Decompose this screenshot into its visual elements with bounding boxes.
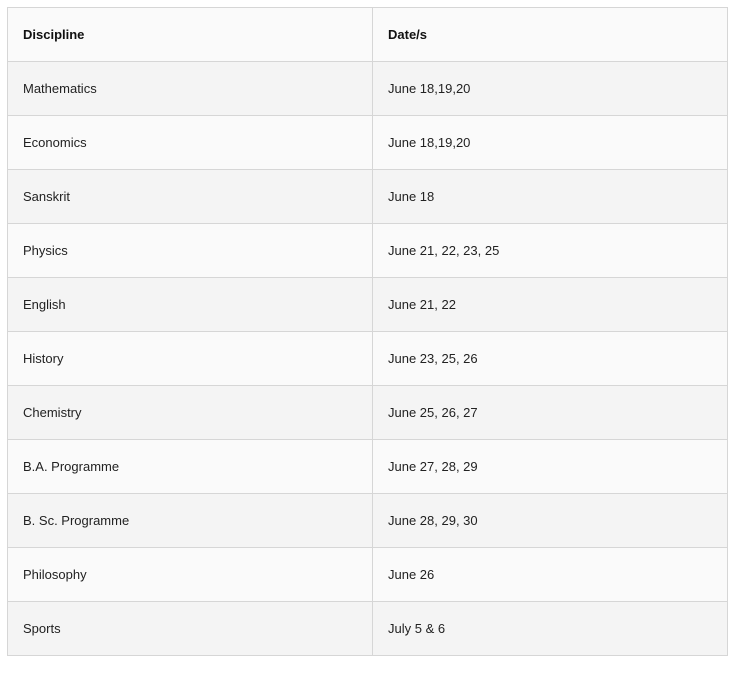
table-row: Sports July 5 & 6 — [7, 601, 728, 656]
schedule-table: Discipline Date/s Mathematics June 18,19… — [7, 7, 728, 656]
dates-cell: June 18,19,20 — [372, 61, 728, 116]
table-row: Mathematics June 18,19,20 — [7, 61, 728, 116]
table-row: B.A. Programme June 27, 28, 29 — [7, 439, 728, 494]
table-row: Philosophy June 26 — [7, 547, 728, 602]
table-body: Mathematics June 18,19,20 Economics June… — [7, 61, 728, 656]
table-row: Chemistry June 25, 26, 27 — [7, 385, 728, 440]
discipline-cell: B. Sc. Programme — [7, 493, 373, 548]
header-row: Discipline Date/s — [7, 7, 728, 62]
dates-cell: June 21, 22 — [372, 277, 728, 332]
schedule-table-container: Discipline Date/s Mathematics June 18,19… — [7, 7, 728, 656]
discipline-cell: Sanskrit — [7, 169, 373, 224]
discipline-cell: Philosophy — [7, 547, 373, 602]
discipline-cell: Physics — [7, 223, 373, 278]
table-row: B. Sc. Programme June 28, 29, 30 — [7, 493, 728, 548]
table-row: Physics June 21, 22, 23, 25 — [7, 223, 728, 278]
header-dates: Date/s — [372, 7, 728, 62]
dates-cell: June 21, 22, 23, 25 — [372, 223, 728, 278]
discipline-cell: Sports — [7, 601, 373, 656]
dates-cell: July 5 & 6 — [372, 601, 728, 656]
table-row: Economics June 18,19,20 — [7, 115, 728, 170]
table-row: History June 23, 25, 26 — [7, 331, 728, 386]
table-row: Sanskrit June 18 — [7, 169, 728, 224]
discipline-cell: B.A. Programme — [7, 439, 373, 494]
dates-cell: June 26 — [372, 547, 728, 602]
table-header: Discipline Date/s — [7, 7, 728, 62]
discipline-cell: Mathematics — [7, 61, 373, 116]
dates-cell: June 25, 26, 27 — [372, 385, 728, 440]
discipline-cell: English — [7, 277, 373, 332]
discipline-cell: Economics — [7, 115, 373, 170]
discipline-cell: Chemistry — [7, 385, 373, 440]
header-discipline: Discipline — [7, 7, 373, 62]
dates-cell: June 18,19,20 — [372, 115, 728, 170]
dates-cell: June 23, 25, 26 — [372, 331, 728, 386]
dates-cell: June 28, 29, 30 — [372, 493, 728, 548]
dates-cell: June 27, 28, 29 — [372, 439, 728, 494]
dates-cell: June 18 — [372, 169, 728, 224]
discipline-cell: History — [7, 331, 373, 386]
table-row: English June 21, 22 — [7, 277, 728, 332]
